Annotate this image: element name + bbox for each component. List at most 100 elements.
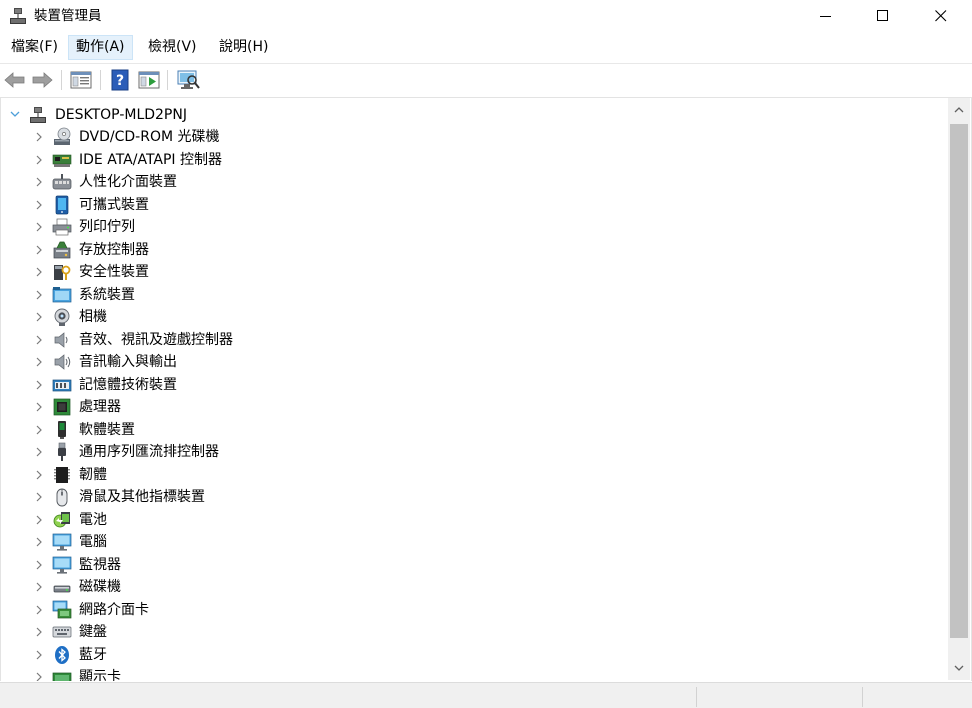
chevron-right-icon[interactable] (34, 289, 44, 301)
tree-item[interactable]: 藍牙 (1, 644, 946, 666)
tree-item[interactable]: 網路介面卡 (1, 599, 946, 621)
chevron-right-icon[interactable] (34, 604, 44, 616)
chevron-right-icon[interactable] (34, 626, 44, 638)
scroll-up-button[interactable] (948, 98, 970, 122)
back-button[interactable] (3, 69, 27, 91)
properties-button[interactable] (69, 69, 93, 91)
forward-button[interactable] (30, 69, 54, 91)
menu-bar: 檔案(F) 動作(A) 檢視(V) 說明(H) (0, 33, 972, 62)
chevron-right-icon[interactable] (34, 559, 44, 571)
scroll-down-button[interactable] (948, 656, 970, 680)
tree-item-label: 安全性裝置 (79, 264, 149, 280)
tree-item[interactable]: 電腦 (1, 531, 946, 553)
chevron-right-icon[interactable] (34, 401, 44, 413)
tree-item[interactable]: 通用序列匯流排控制器 (1, 441, 946, 463)
tree-item-label: 記憶體技術裝置 (79, 376, 177, 393)
tree-item-label: IDE ATA/ATAPI 控制器 (79, 151, 223, 168)
tree-item-label: 人性化介面裝置 (79, 174, 177, 190)
tree-item[interactable]: 系統裝置 (1, 284, 946, 306)
usb-icon (58, 442, 66, 461)
menu-action[interactable]: 動作(A) (68, 35, 133, 60)
tree-item[interactable]: 可攜式裝置 (1, 194, 946, 216)
maximize-button[interactable] (854, 0, 912, 32)
chevron-right-icon[interactable] (34, 334, 44, 346)
chevron-right-icon[interactable] (34, 446, 44, 458)
tree-item[interactable]: IDE ATA/ATAPI 控制器 (1, 149, 946, 171)
tree-item[interactable]: 韌體 (1, 464, 946, 486)
tree-item[interactable]: 電池 (1, 509, 946, 531)
chevron-right-icon[interactable] (34, 176, 44, 188)
close-button[interactable] (912, 0, 970, 32)
chevron-right-icon[interactable] (34, 131, 44, 143)
scroll-thumb[interactable] (950, 124, 968, 638)
menu-file[interactable]: 檔案(F) (4, 35, 65, 60)
run-button[interactable] (137, 69, 161, 91)
tree-item[interactable]: 安全性裝置 (1, 261, 946, 283)
chevron-right-icon[interactable] (34, 514, 44, 526)
mouse-icon (56, 488, 68, 507)
computer-network-icon (30, 107, 46, 123)
chevron-right-icon[interactable] (34, 266, 44, 278)
chevron-right-icon[interactable] (34, 649, 44, 661)
tree-item-label: 電池 (79, 511, 107, 528)
help-button[interactable]: ? (108, 69, 132, 91)
toolbar: ? (0, 63, 972, 95)
toolbar-separator (100, 70, 101, 90)
chevron-right-icon[interactable] (34, 469, 44, 481)
svg-text:?: ? (116, 73, 124, 89)
chevron-right-icon[interactable] (34, 671, 44, 681)
chevron-right-icon[interactable] (34, 379, 44, 391)
tree-item[interactable]: 記憶體技術裝置 (1, 374, 946, 396)
scan-hardware-button[interactable] (176, 69, 200, 91)
tree-item[interactable]: 處理器 (1, 396, 946, 418)
tree-item[interactable]: 顯示卡 (1, 666, 946, 681)
chevron-right-icon[interactable] (34, 311, 44, 323)
storage-controller-icon (53, 241, 71, 258)
tree-item[interactable]: 音效、視訊及遊戲控制器 (1, 329, 946, 351)
tree-item[interactable]: 相機 (1, 306, 946, 328)
audio-io-icon (54, 354, 71, 370)
tree-item[interactable]: DVD/CD-ROM 光碟機 (1, 126, 946, 148)
hid-icon (52, 174, 72, 190)
monitor-icon (52, 556, 72, 574)
chevron-right-icon[interactable] (34, 356, 44, 368)
chevron-right-icon[interactable] (34, 244, 44, 256)
tree-item[interactable]: 存放控制器 (1, 239, 946, 261)
tree-item[interactable]: 磁碟機 (1, 576, 946, 598)
chevron-down-icon[interactable] (9, 108, 21, 120)
security-device-icon (54, 265, 71, 280)
tree-item[interactable]: 列印佇列 (1, 216, 946, 238)
chevron-right-icon[interactable] (34, 221, 44, 233)
status-divider (862, 687, 863, 707)
tree-item-label: 滑鼠及其他指標裝置 (79, 489, 205, 505)
tree-item[interactable]: 滑鼠及其他指標裝置 (1, 486, 946, 508)
forward-arrow-icon (32, 72, 53, 88)
menu-view[interactable]: 檢視(V) (141, 35, 204, 60)
bluetooth-icon (55, 645, 69, 664)
chevron-right-icon[interactable] (34, 199, 44, 211)
vertical-scrollbar[interactable] (948, 98, 970, 680)
chevron-right-icon[interactable] (34, 154, 44, 166)
tree-item-label: 軟體裝置 (79, 421, 135, 438)
status-divider (696, 687, 697, 707)
printer-icon (52, 218, 72, 236)
portable-device-icon (55, 195, 69, 214)
tree-item[interactable]: 人性化介面裝置 (1, 171, 946, 193)
tree-item[interactable]: 鍵盤 (1, 621, 946, 643)
menu-help[interactable]: 說明(H) (212, 35, 275, 60)
battery-icon (53, 511, 70, 527)
computer-icon (52, 533, 72, 551)
tree-item-label: 系統裝置 (79, 286, 135, 303)
title-bar: 裝置管理員 (0, 0, 972, 33)
tree-item[interactable]: 監視器 (1, 554, 946, 576)
processor-icon (53, 398, 71, 416)
chevron-right-icon[interactable] (34, 424, 44, 436)
scan-hardware-icon (177, 70, 200, 89)
tree-item[interactable]: 音訊輸入與輸出 (1, 351, 946, 373)
chevron-right-icon[interactable] (34, 491, 44, 503)
minimize-button[interactable] (797, 0, 855, 32)
chevron-right-icon[interactable] (34, 581, 44, 593)
chevron-right-icon[interactable] (34, 536, 44, 548)
tree-item[interactable]: 軟體裝置 (1, 419, 946, 441)
tree-root[interactable]: DESKTOP-MLD2PNJ (1, 104, 946, 126)
